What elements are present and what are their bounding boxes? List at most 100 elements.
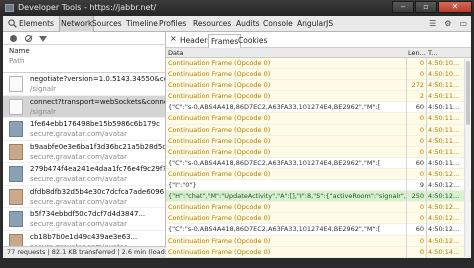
request-path: /signalr xyxy=(30,107,56,116)
close-detail-icon[interactable]: × xyxy=(170,34,177,43)
frame-length: 0 xyxy=(419,169,424,178)
frame-time: 4:50:10... xyxy=(428,70,460,79)
minimize-button[interactable]: ‒ xyxy=(392,1,414,13)
tab-network[interactable]: Network xyxy=(59,16,95,32)
tab-angularjs[interactable]: AngularJS xyxy=(297,16,333,32)
frame-time: 4:50:12... xyxy=(428,181,460,190)
frame-time: 4:50:10... xyxy=(428,59,460,67)
tab-elements[interactable]: Elements xyxy=(19,16,54,32)
subtab-cookies[interactable]: Cookies xyxy=(236,34,269,48)
request-path: secure.gravatar.com/avatar xyxy=(30,197,127,206)
frame-length: 0 xyxy=(419,59,424,67)
length-column-header[interactable]: Len... xyxy=(408,48,426,58)
record-icon[interactable] xyxy=(10,35,17,42)
request-name: 1fe64ebb176498be15b5986c6b179c xyxy=(30,120,160,128)
frame-length: 272 xyxy=(411,81,424,90)
app-icon xyxy=(5,4,14,12)
document-icon xyxy=(9,98,23,115)
frame-time: 4:50:12... xyxy=(428,203,460,212)
network-toolbar xyxy=(3,32,165,45)
settings-gear-icon[interactable]: ⚙ xyxy=(444,19,451,28)
scrollbar-thumb[interactable] xyxy=(466,61,470,125)
requests-panel: Name Path negotiate?version=1.0.5143.345… xyxy=(3,32,166,258)
network-status-bar: 77 requests | 82.1 KB transferred | 2.6 … xyxy=(3,246,166,258)
request-path: /signalr xyxy=(30,85,56,93)
request-name: dfdb8dfb32d5b4e30c7dcfca7ade6096 xyxy=(30,187,165,196)
avatar-icon xyxy=(9,166,23,182)
tab-console[interactable]: Console xyxy=(263,16,293,32)
request-row[interactable]: b9aabfe0e3e6ba1f3d36bc21a5b28d5c secure.g… xyxy=(3,141,165,163)
frame-time: 4:50:12... xyxy=(428,236,460,245)
request-row[interactable]: connect?transport=webSockets&connec.../s… xyxy=(3,95,165,118)
frames-scrollbar[interactable] xyxy=(464,59,470,257)
frame-time: 4:50:11... xyxy=(428,114,460,123)
filter-icon[interactable] xyxy=(39,36,47,42)
frame-length: 2 xyxy=(419,92,424,101)
document-icon xyxy=(9,76,23,92)
frame-data: Continuation Frame (Opcode 0) xyxy=(168,81,271,90)
data-column-header[interactable]: Data xyxy=(168,48,184,58)
request-path: secure.gravatar.com/avatar xyxy=(30,152,127,161)
avatar-icon xyxy=(9,143,23,160)
request-row[interactable]: 279b474f4ea241e4daa1fc76e4f9c29f?s=... se… xyxy=(3,163,165,186)
tab-timeline[interactable]: Timeline xyxy=(126,16,158,32)
frame-time: 4:50:11... xyxy=(428,103,460,112)
request-row[interactable]: b5f734ebbdf50c7dcf7d4d3847... secure.grav… xyxy=(3,208,165,231)
frame-length: 60 xyxy=(415,158,424,167)
request-name: b5f734ebbdf50c7dcf7d4d3847... xyxy=(30,210,146,218)
frame-time: 4:50:11... xyxy=(428,92,460,101)
frame-data: Continuation Frame (Opcode 0) xyxy=(168,125,271,134)
tab-audits[interactable]: Audits xyxy=(236,16,260,32)
frame-time: 4:50:11... xyxy=(428,136,460,145)
avatar-icon xyxy=(9,188,23,205)
request-name: 279b474f4ea241e4daa1fc76e4f9c29f?s=... xyxy=(30,165,165,173)
frame-length: 0 xyxy=(419,136,424,145)
time-column-header[interactable]: T... xyxy=(428,48,437,58)
avatar-icon xyxy=(9,121,23,137)
frame-time: 4:50:12... xyxy=(428,192,460,201)
maximize-button[interactable]: ▫ xyxy=(415,1,437,13)
frame-data: Continuation Frame (Opcode 0) xyxy=(168,136,271,145)
frames-header: Data Len... T... xyxy=(166,48,471,58)
request-name: b9aabfe0e3e6ba1f3d36bc21a5b28d5c xyxy=(30,142,165,151)
frame-length: 0 xyxy=(419,147,424,156)
request-path: secure.gravatar.com/avatar xyxy=(30,175,127,183)
frame-length: 60 xyxy=(415,225,424,234)
error-indicator-icon[interactable]: ☰ xyxy=(429,19,436,28)
request-row[interactable]: dfdb8dfb32d5b4e30c7dcfca7ade6096 secure.g… xyxy=(3,186,165,208)
column-divider xyxy=(426,58,427,258)
request-row[interactable]: negotiate?version=1.0.5143.34550&conn...… xyxy=(3,73,165,96)
frame-data: Continuation Frame (Opcode 0) xyxy=(168,203,271,212)
requests-list: negotiate?version=1.0.5143.34550&conn...… xyxy=(3,73,165,253)
clear-icon[interactable] xyxy=(25,35,32,42)
frame-time: 4:50:12... xyxy=(428,214,460,223)
avatar-icon xyxy=(9,211,23,227)
frame-time: 4:50:14... xyxy=(428,247,460,256)
frame-length: 0 xyxy=(419,203,424,212)
devtools-window: Developer Tools - https://jabbr.net/ ‒ ▫… xyxy=(0,0,474,268)
frame-data: {"C":"s-0,ABS4A418,86D7EC2,A63FA33,10127… xyxy=(168,225,381,234)
frame-data: Continuation Frame (Opcode 0) xyxy=(168,114,271,123)
frame-time: 4:50:11... xyxy=(428,81,460,90)
frame-data: Continuation Frame (Opcode 0) xyxy=(168,147,271,156)
toolbar-right-icons: ☰ ⚙ ▭ xyxy=(429,19,467,28)
close-window-button[interactable]: ✕ xyxy=(438,1,472,13)
tab-resources[interactable]: Resources xyxy=(193,16,231,32)
detail-tab-bar: × Headers Frames Cookies xyxy=(166,32,471,48)
frame-length: 0 xyxy=(419,236,424,245)
frame-data: {"H":"chat","M":"UpdateActivity","A":[],… xyxy=(168,192,406,201)
requests-column-header[interactable]: Name Path xyxy=(3,45,165,73)
tab-sources[interactable]: Sources xyxy=(92,16,122,32)
request-row[interactable]: 1fe64ebb176498be15b5986c6b179c secure.gra… xyxy=(3,118,165,141)
frame-length: 250 xyxy=(411,192,424,201)
tab-profiles[interactable]: Profiles xyxy=(159,16,186,32)
frame-data: {"C":"s-0,ABS4A418,86D7EC2,A63FA33,10127… xyxy=(168,103,381,112)
frame-length: 0 xyxy=(419,247,424,256)
frame-data: {"I":"0"} xyxy=(168,181,197,190)
inspect-magnifier-icon[interactable] xyxy=(8,19,17,28)
window-title: Developer Tools - https://jabbr.net/ xyxy=(18,3,157,12)
request-path: secure.gravatar.com/avatar xyxy=(30,130,127,138)
dock-icon[interactable]: ▭ xyxy=(459,19,467,28)
request-name: cb18b7b0e1d49c439ae3e63... xyxy=(30,232,138,241)
devtools-tab-bar: Elements Network Sources Timeline Profiles Re… xyxy=(3,16,471,32)
